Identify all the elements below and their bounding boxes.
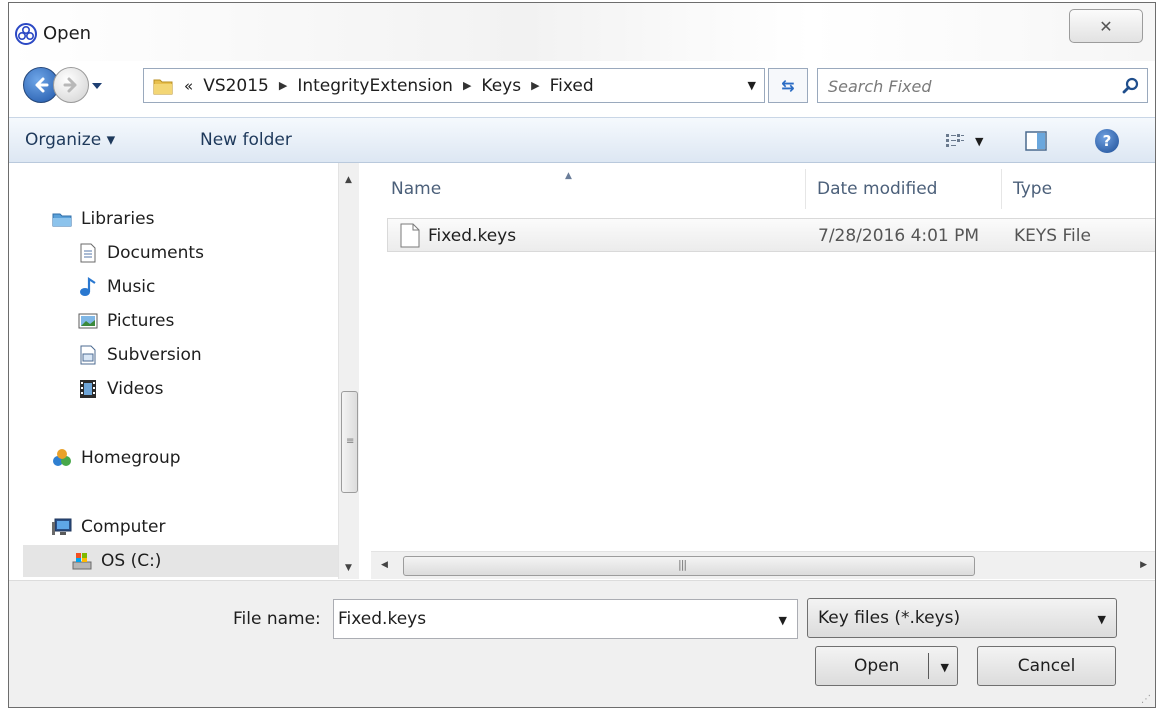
nav-item-libraries[interactable]: Libraries	[51, 208, 154, 230]
documents-icon	[80, 243, 96, 263]
window-title: Open	[43, 23, 92, 44]
forward-arrow-icon	[63, 77, 77, 93]
nav-label: Homegroup	[81, 448, 181, 468]
breadcrumb-keys[interactable]: Keys	[481, 76, 521, 96]
close-icon: ✕	[1099, 16, 1113, 36]
navigation-pane: Libraries Documents Music Pictures Subve…	[9, 163, 361, 579]
change-view-button[interactable]: ▼	[945, 131, 993, 151]
column-divider[interactable]	[1001, 169, 1002, 209]
back-arrow-icon	[35, 77, 49, 93]
breadcrumb-fixed[interactable]: Fixed	[550, 76, 594, 96]
computer-icon	[52, 518, 72, 535]
file-name-combobox[interactable]: ▼	[333, 599, 798, 639]
address-bar[interactable]: « VS2015 ▶ IntegrityExtension ▶ Keys ▶ F…	[143, 68, 765, 103]
new-folder-button[interactable]: New folder	[200, 130, 292, 150]
folder-icon	[153, 79, 173, 94]
music-icon	[80, 276, 96, 296]
scroll-up-icon[interactable]: ▲	[345, 175, 352, 185]
command-toolbar: Organize ▾ New folder ▼ ?	[9, 117, 1155, 163]
breadcrumb-separator-icon[interactable]: ▶	[279, 79, 287, 92]
subversion-icon	[80, 345, 96, 365]
close-button[interactable]: ✕	[1069, 9, 1143, 43]
nav-label: Subversion	[107, 345, 202, 365]
breadcrumb-vs2015[interactable]: VS2015	[203, 76, 269, 96]
file-name-label: File name:	[233, 609, 321, 629]
nav-item-music[interactable]: Music	[77, 276, 155, 298]
file-selection-panel: File name: ▼ Key files (*.keys) ▼ Open ▼…	[9, 580, 1155, 707]
nav-item-os-drive[interactable]: OS (C:)	[23, 545, 357, 577]
libraries-icon	[52, 213, 72, 227]
open-file-dialog: Open ✕ « VS2015 ▶ IntegrityExtension ▶ K…	[8, 2, 1156, 708]
chevron-down-icon[interactable]: ▼	[779, 614, 787, 627]
open-options-chevron-icon[interactable]: ▼	[941, 661, 949, 674]
grip-icon: |||	[678, 558, 687, 571]
drive-icon	[72, 553, 92, 570]
forward-button[interactable]	[53, 67, 89, 103]
file-name-input[interactable]	[338, 608, 758, 630]
view-list-icon	[946, 134, 964, 147]
breadcrumb-integrityextension[interactable]: IntegrityExtension	[297, 76, 453, 96]
sort-ascending-icon: ▲	[565, 171, 572, 181]
search-box[interactable]	[817, 68, 1148, 103]
scroll-left-icon[interactable]: ◀	[381, 560, 388, 570]
file-type-cell: KEYS File	[1014, 226, 1091, 246]
pictures-icon	[78, 313, 98, 329]
view-dropdown-icon[interactable]: ▼	[975, 135, 983, 148]
scrollbar-thumb[interactable]: |||	[403, 556, 975, 576]
resize-grip-icon[interactable]: ⋰	[1141, 694, 1151, 705]
file-list-scrollbar[interactable]: ◀ ||| ▶	[371, 551, 1155, 579]
open-button[interactable]: Open ▼	[815, 646, 958, 686]
breadcrumb-separator-icon[interactable]: ▶	[463, 79, 471, 92]
homegroup-icon	[53, 449, 71, 466]
organize-button[interactable]: Organize ▾	[25, 130, 115, 150]
open-button-label: Open	[854, 656, 900, 676]
split-divider	[928, 653, 929, 679]
search-icon[interactable]	[1121, 76, 1141, 96]
nav-item-documents[interactable]: Documents	[77, 242, 204, 264]
file-name-cell: Fixed.keys	[428, 226, 517, 246]
nav-label: Computer	[81, 517, 166, 537]
nav-label: Libraries	[81, 209, 155, 229]
scroll-down-icon[interactable]: ▼	[345, 563, 352, 573]
title-bar: Open ✕	[9, 3, 1155, 61]
column-header-name[interactable]: Name	[391, 163, 441, 215]
column-header-type[interactable]: Type	[1013, 163, 1052, 215]
help-icon[interactable]: ?	[1095, 129, 1119, 153]
file-icon	[400, 223, 420, 248]
file-type-filter-select[interactable]: Key files (*.keys) ▼	[807, 598, 1117, 638]
nav-label: Music	[107, 277, 156, 297]
scroll-right-icon[interactable]: ▶	[1140, 560, 1147, 570]
app-icon	[15, 23, 37, 45]
breadcrumb-separator-icon[interactable]: ▶	[531, 79, 539, 92]
file-date-cell: 7/28/2016 4:01 PM	[818, 226, 980, 246]
nav-item-homegroup[interactable]: Homegroup	[51, 447, 181, 469]
preview-pane-icon[interactable]	[1024, 130, 1048, 152]
address-overflow-icon[interactable]: «	[184, 77, 193, 95]
nav-label: Documents	[107, 243, 204, 263]
nav-item-subversion[interactable]: Subversion	[77, 344, 202, 366]
chevron-down-icon[interactable]: ▼	[1098, 613, 1106, 626]
nav-item-computer[interactable]: Computer	[51, 516, 166, 538]
scrollbar-thumb[interactable]: ≡	[341, 391, 358, 493]
nav-item-pictures[interactable]: Pictures	[77, 310, 174, 332]
column-header-date-modified[interactable]: Date modified	[817, 163, 937, 215]
nav-label: Pictures	[107, 311, 175, 331]
nav-label: Videos	[107, 379, 164, 399]
file-list: ▲ Name Date modified Type Fixed.keys 7/2…	[361, 163, 1155, 579]
recent-locations-chevron-icon[interactable]	[90, 79, 104, 93]
column-divider[interactable]	[805, 169, 806, 209]
grip-icon: ≡	[346, 436, 355, 447]
refresh-button[interactable]: ⇆	[768, 68, 808, 103]
refresh-icon: ⇆	[781, 76, 795, 95]
table-row[interactable]: Fixed.keys 7/28/2016 4:01 PM KEYS File	[387, 218, 1155, 252]
navigation-pane-scrollbar[interactable]: ▲ ≡ ▼	[338, 163, 359, 579]
file-type-filter-value: Key files (*.keys)	[818, 608, 961, 628]
nav-item-videos[interactable]: Videos	[77, 378, 164, 400]
cancel-button[interactable]: Cancel	[977, 646, 1116, 686]
videos-icon	[80, 380, 96, 398]
search-input[interactable]	[828, 75, 1098, 97]
nav-label: OS (C:)	[101, 551, 162, 571]
address-dropdown-icon[interactable]: ▼	[748, 79, 756, 92]
